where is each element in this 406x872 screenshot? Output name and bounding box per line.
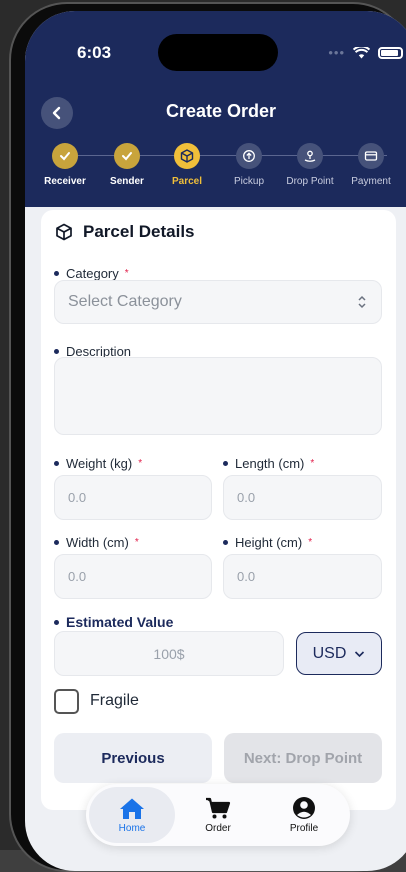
description-textarea[interactable] — [54, 357, 382, 435]
package-icon — [174, 143, 200, 169]
arrow-up-circle-icon — [236, 143, 262, 169]
currency-value: USD — [312, 644, 347, 662]
estimated-value-label-text: Estimated Value — [66, 614, 174, 630]
required-mark: * — [138, 458, 143, 469]
weight-label-text: Weight (kg) — [66, 456, 133, 471]
step-label: Pickup — [233, 176, 264, 187]
fragile-label: Fragile — [90, 692, 139, 709]
width-label: Width (cm) * — [54, 535, 139, 550]
estimated-value-label: Estimated Value — [54, 614, 173, 630]
package-icon — [56, 223, 72, 241]
step-pickup[interactable]: Pickup — [214, 143, 284, 187]
status-icons: ••• — [328, 45, 403, 60]
dynamic-island — [158, 34, 278, 71]
category-select[interactable]: Select Category — [54, 280, 382, 324]
bullet — [54, 349, 59, 354]
step-label: Payment — [351, 176, 391, 187]
cart-icon — [206, 797, 231, 818]
height-label: Height (cm) * — [223, 535, 312, 550]
required-mark: * — [134, 537, 139, 548]
step-payment[interactable]: Payment — [336, 143, 406, 187]
check-icon — [114, 143, 140, 169]
currency-select[interactable]: USD — [296, 632, 382, 675]
previous-button[interactable]: Previous — [54, 733, 212, 783]
phone-frame: 6:03 ••• Create Order Receiver Sender Pa… — [9, 2, 406, 872]
check-icon — [52, 143, 78, 169]
step-label: Drop Point — [286, 176, 334, 187]
bullet — [223, 461, 228, 466]
length-label: Length (cm) * — [223, 456, 314, 471]
weight-label: Weight (kg) * — [54, 456, 142, 471]
wifi-icon — [353, 46, 370, 58]
chevron-down-icon — [355, 650, 365, 657]
credit-card-icon — [358, 143, 384, 169]
category-label-text: Category — [66, 266, 119, 281]
step-parcel[interactable]: Parcel — [152, 143, 222, 187]
device-background: 6:03 ••• Create Order Receiver Sender Pa… — [0, 0, 406, 872]
tab-home[interactable]: Home — [89, 787, 175, 843]
tab-label: Order — [205, 822, 231, 834]
step-label: Receiver — [44, 176, 86, 187]
tab-profile[interactable]: Profile — [261, 787, 347, 843]
tab-label: Home — [118, 822, 146, 834]
required-mark: * — [124, 268, 129, 279]
category-placeholder: Select Category — [68, 293, 182, 310]
parcel-details-card: Parcel Details Category * Select Categor… — [41, 210, 396, 810]
weight-input[interactable]: 0.0 — [54, 475, 212, 520]
stepper: Receiver Sender Parcel Pickup Drop Point… — [25, 141, 406, 201]
step-receiver[interactable]: Receiver — [30, 143, 100, 187]
page-title: Create Order — [165, 101, 277, 121]
bullet — [223, 540, 228, 545]
bullet — [54, 619, 59, 625]
width-input[interactable]: 0.0 — [54, 554, 212, 599]
tab-bar: Home Order Profile — [86, 784, 350, 846]
estimated-value-input[interactable]: 100$ — [54, 631, 284, 676]
fragile-checkbox[interactable] — [54, 689, 79, 714]
status-time: 6:03 — [77, 43, 112, 62]
length-input[interactable]: 0.0 — [223, 475, 382, 520]
battery-icon — [378, 46, 403, 59]
section-title: Parcel Details — [55, 222, 195, 242]
width-label-text: Width (cm) — [66, 535, 129, 550]
bullet — [54, 540, 59, 545]
required-mark: * — [310, 458, 315, 469]
user-circle-icon — [293, 797, 315, 819]
home-icon — [120, 798, 144, 819]
tab-label: Profile — [289, 823, 319, 834]
signal-dots-icon: ••• — [328, 45, 345, 60]
category-label: Category * — [54, 266, 129, 281]
step-label: Parcel — [171, 176, 203, 187]
section-title-text: Parcel Details — [83, 222, 195, 241]
map-pin-icon — [297, 143, 323, 169]
height-input[interactable]: 0.0 — [223, 554, 382, 599]
bullet — [54, 271, 59, 276]
screen: 6:03 ••• Create Order Receiver Sender Pa… — [25, 11, 406, 871]
bullet — [54, 461, 59, 466]
step-drop-point[interactable]: Drop Point — [275, 143, 345, 187]
next-drop-point-button[interactable]: Next: Drop Point — [224, 733, 382, 783]
length-label-text: Length (cm) — [235, 456, 305, 471]
height-label-text: Height (cm) — [235, 535, 303, 550]
chevron-up-down-icon — [358, 295, 366, 309]
required-mark: * — [308, 537, 313, 548]
tab-order[interactable]: Order — [175, 787, 261, 843]
header: 6:03 ••• Create Order Receiver Sender Pa… — [25, 11, 406, 207]
